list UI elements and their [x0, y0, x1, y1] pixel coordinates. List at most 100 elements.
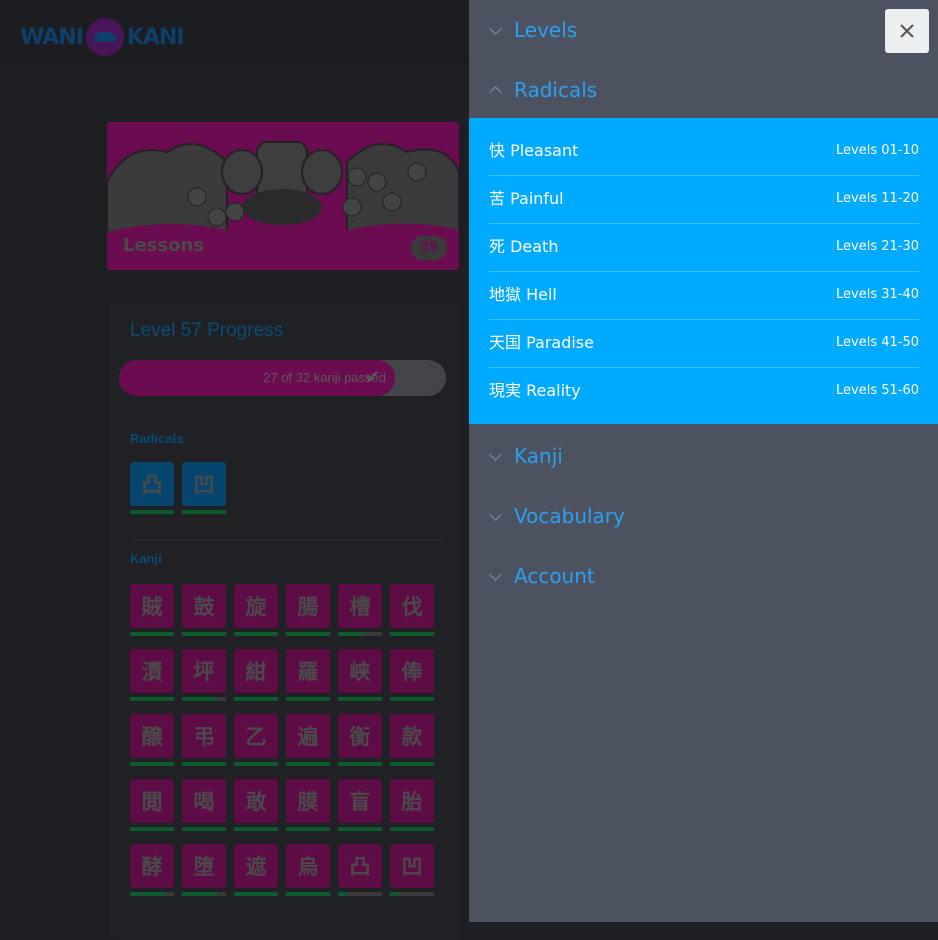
kanji-character: 凸 — [338, 844, 382, 888]
srs-progress-bar — [234, 892, 278, 896]
srs-progress-bar — [182, 510, 226, 514]
kanji-item[interactable]: 漬 — [130, 649, 174, 703]
submenu-item-death[interactable]: 死 Death Levels 21-30 — [489, 223, 919, 272]
kanji-character: 槽 — [338, 584, 382, 628]
kanji-item[interactable]: 胎 — [390, 779, 434, 833]
kanji-item[interactable]: 衡 — [338, 714, 382, 768]
chevron-down-icon — [489, 448, 502, 461]
menu-item-kanji[interactable]: Kanji — [469, 426, 938, 486]
radicals-section-label: Radicals — [130, 431, 184, 446]
kanji-character: 羅 — [286, 649, 330, 693]
srs-progress-bar — [234, 762, 278, 766]
kanji-character: 烏 — [286, 844, 330, 888]
srs-progress-bar — [338, 762, 382, 766]
kanji-item[interactable]: 紺 — [234, 649, 278, 703]
kanji-character: 酵 — [130, 844, 174, 888]
srs-progress-bar — [338, 632, 382, 636]
srs-progress-bar — [390, 827, 434, 831]
kanji-progress-bar: 27 of 32 kanji passed ✔ — [119, 360, 446, 396]
kanji-item[interactable]: 旋 — [234, 584, 278, 638]
kanji-item[interactable]: 羅 — [286, 649, 330, 703]
kanji-item[interactable]: 槽 — [338, 584, 382, 638]
menu-item-radicals[interactable]: Radicals — [469, 60, 938, 120]
submenu-item-name: 天国 Paradise — [489, 333, 594, 352]
srs-progress-bar — [182, 827, 226, 831]
submenu-item-levels: Levels 41-50 — [836, 335, 919, 350]
kanji-character: 俸 — [390, 649, 434, 693]
kanji-item[interactable]: 堕 — [182, 844, 226, 898]
kanji-character: 敢 — [234, 779, 278, 823]
kanji-item[interactable]: 醸 — [130, 714, 174, 768]
radical-item[interactable]: 凹 — [182, 462, 226, 516]
kanji-character: 賊 — [130, 584, 174, 628]
section-divider — [130, 540, 446, 541]
srs-progress-bar — [286, 827, 330, 831]
chevron-up-icon — [489, 86, 502, 99]
kanji-character: 衡 — [338, 714, 382, 758]
submenu-item-name: 快 Pleasant — [489, 141, 579, 160]
kanji-item[interactable]: 凸 — [338, 844, 382, 898]
chevron-down-icon — [489, 508, 502, 521]
submenu-item-pleasant[interactable]: 快 Pleasant Levels 01-10 — [489, 127, 919, 176]
kanji-item[interactable]: 峡 — [338, 649, 382, 703]
menu-item-levels[interactable]: Levels — [469, 0, 938, 60]
submenu-item-name: 苦 Painful — [489, 189, 564, 208]
wanikani-logo[interactable]: WANI KANI — [20, 17, 185, 57]
kanji-item[interactable]: 款 — [390, 714, 434, 768]
kanji-item[interactable]: 敢 — [234, 779, 278, 833]
srs-progress-bar — [390, 762, 434, 766]
level-progress-title: Level 57 Progress — [130, 320, 284, 341]
srs-progress-bar — [182, 697, 226, 701]
kanji-character: 漬 — [130, 649, 174, 693]
srs-progress-bar — [234, 632, 278, 636]
submenu-item-reality[interactable]: 現実 Reality Levels 51-60 — [489, 367, 919, 415]
chevron-down-icon — [489, 568, 502, 581]
kanji-character: 凹 — [390, 844, 434, 888]
kanji-item[interactable]: 喝 — [182, 779, 226, 833]
kanji-item[interactable]: 鼓 — [182, 584, 226, 638]
kanji-item[interactable]: 伐 — [390, 584, 434, 638]
kanji-item[interactable]: 烏 — [286, 844, 330, 898]
submenu-item-hell[interactable]: 地獄 Hell Levels 31-40 — [489, 271, 919, 320]
srs-progress-bar — [234, 827, 278, 831]
kanji-item[interactable]: 膜 — [286, 779, 330, 833]
srs-progress-bar — [182, 892, 226, 896]
submenu-item-levels: Levels 31-40 — [836, 287, 919, 302]
chevron-down-icon — [489, 22, 502, 35]
kanji-item[interactable]: 賊 — [130, 584, 174, 638]
srs-progress-bar — [130, 697, 174, 701]
kanji-item[interactable]: 酵 — [130, 844, 174, 898]
kanji-item[interactable]: 坪 — [182, 649, 226, 703]
kanji-item[interactable]: 盲 — [338, 779, 382, 833]
kanji-item[interactable]: 遮 — [234, 844, 278, 898]
srs-progress-bar — [286, 697, 330, 701]
menu-item-account[interactable]: Account — [469, 546, 938, 606]
kanji-item-grid: 賊鼓旋腸槽伐漬坪紺羅峡俸醸弔乙遍衡款閲喝敢膜盲胎酵堕遮烏凸凹 — [130, 584, 434, 898]
submenu-item-name: 現実 Reality — [489, 381, 581, 400]
submenu-item-paradise[interactable]: 天国 Paradise Levels 41-50 — [489, 319, 919, 368]
kanji-character: 伐 — [390, 584, 434, 628]
srs-progress-bar — [286, 762, 330, 766]
close-drawer-button[interactable] — [885, 9, 929, 53]
kanji-item[interactable]: 閲 — [130, 779, 174, 833]
kanji-character: 款 — [390, 714, 434, 758]
kanji-item[interactable]: 弔 — [182, 714, 226, 768]
kanji-item[interactable]: 腸 — [286, 584, 330, 638]
kanji-item[interactable]: 俸 — [390, 649, 434, 703]
srs-progress-bar — [338, 827, 382, 831]
submenu-item-levels: Levels 01-10 — [836, 143, 919, 158]
menu-item-vocabulary[interactable]: Vocabulary — [469, 486, 938, 546]
submenu-item-painful[interactable]: 苦 Painful Levels 11-20 — [489, 175, 919, 224]
kanji-item[interactable]: 乙 — [234, 714, 278, 768]
radical-item[interactable]: 凸 — [130, 462, 174, 516]
menu-item-label: Radicals — [514, 78, 598, 102]
lessons-card[interactable]: Lessons 39 — [107, 122, 459, 270]
kanji-item[interactable]: 凹 — [390, 844, 434, 898]
close-icon — [900, 24, 914, 38]
kanji-character: 胎 — [390, 779, 434, 823]
level-progress-panel: Level 57 Progress 27 of 32 kanji passed … — [110, 300, 460, 940]
kanji-item[interactable]: 遍 — [286, 714, 330, 768]
lessons-count-badge: 39 — [411, 236, 447, 260]
srs-progress-bar — [286, 892, 330, 896]
radicals-item-list: 凸凹 — [130, 462, 226, 516]
